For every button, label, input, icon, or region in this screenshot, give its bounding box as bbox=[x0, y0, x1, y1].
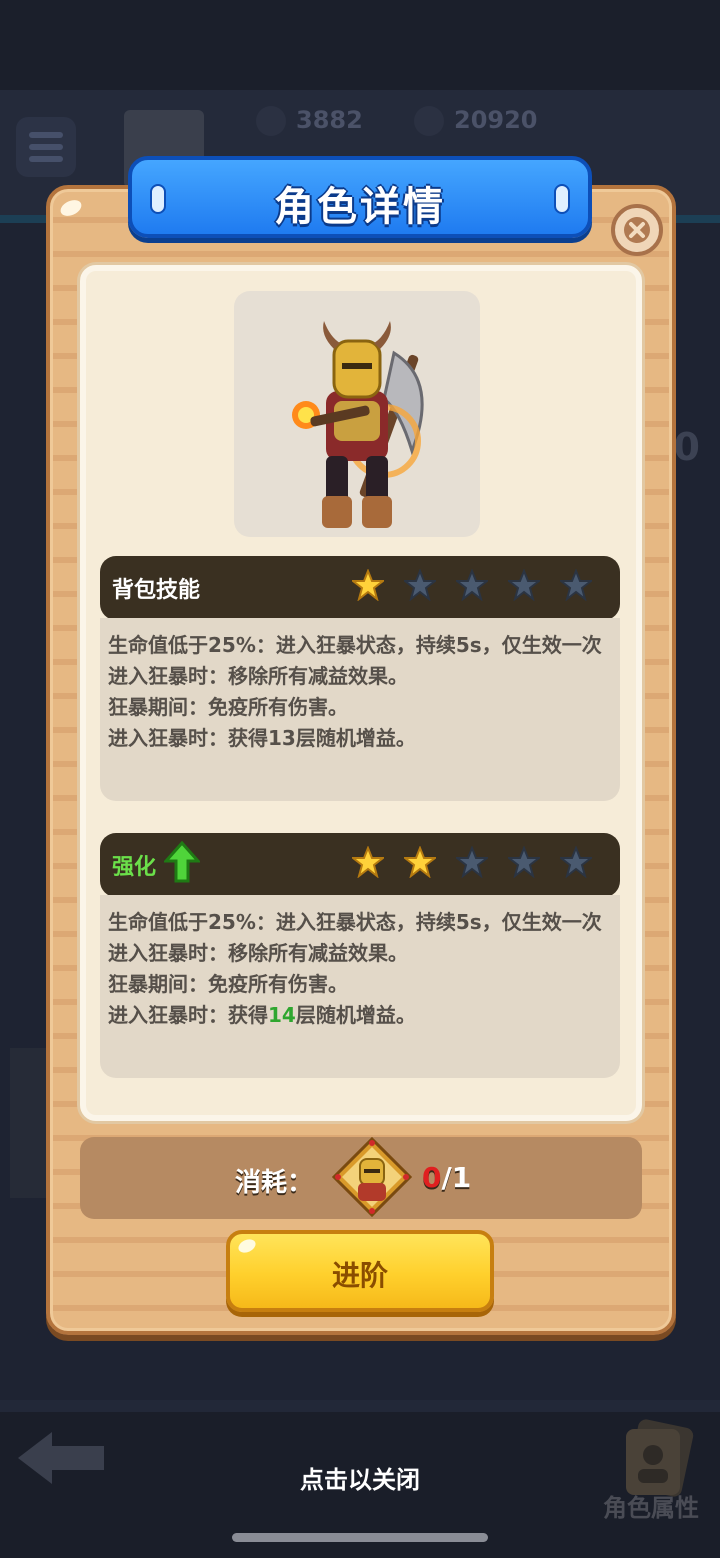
skill-line: 狂暴期间：免疫所有伤害。 bbox=[108, 695, 348, 719]
star-empty-icon bbox=[560, 569, 592, 601]
backpack-skill-stars bbox=[352, 569, 592, 601]
coin-icon bbox=[414, 106, 444, 136]
upgrade-line: 进入狂暴时：移除所有减益效果。 bbox=[108, 941, 408, 965]
skill-line: 进入狂暴时：获得13层随机增益。 bbox=[108, 726, 416, 750]
cost-label: 消耗： bbox=[235, 1168, 314, 1198]
dialog-title-banner: 角色详情 bbox=[128, 156, 592, 238]
skill-line: 进入狂暴时：移除所有减益效果。 bbox=[108, 664, 408, 688]
diamond-icon bbox=[256, 106, 286, 136]
upgrade-line-highlighted: 进入狂暴时：获得14层随机增益。 bbox=[108, 1003, 416, 1027]
upgrade-line: 狂暴期间：免疫所有伤害。 bbox=[108, 972, 348, 996]
close-icon bbox=[624, 217, 650, 243]
background-panel bbox=[10, 1048, 50, 1198]
diamond-counter: 3882 bbox=[256, 104, 363, 136]
bottom-bar-edge bbox=[0, 1400, 720, 1412]
star-empty-icon bbox=[456, 569, 488, 601]
background-number: 0 bbox=[673, 425, 700, 469]
skill-line: 生命值低于25%：进入狂暴状态，持续5s，仅生效一次 bbox=[108, 633, 602, 657]
cost-required: /1 bbox=[441, 1161, 472, 1194]
upgrade-title: 强化 bbox=[112, 855, 157, 880]
upgraded-value: 14 bbox=[268, 1003, 296, 1027]
star-empty-icon bbox=[404, 569, 436, 601]
upgrade-header: 强化 bbox=[100, 833, 620, 897]
character-portrait bbox=[234, 291, 480, 537]
upgrade-line: 生命值低于25%：进入狂暴状态，持续5s，仅生效一次 bbox=[108, 910, 602, 934]
dialog-shine bbox=[58, 197, 84, 219]
advance-button-label: 进阶 bbox=[331, 1259, 388, 1292]
home-indicator[interactable] bbox=[232, 1533, 488, 1542]
star-empty-icon bbox=[508, 846, 540, 878]
upgrade-description: 生命值低于25%：进入狂暴状态，持续5s，仅生效一次 进入狂暴时：移除所有减益效… bbox=[100, 895, 620, 1078]
upgrade-stars bbox=[352, 846, 592, 878]
knight-character-image bbox=[292, 321, 424, 528]
star-filled-icon bbox=[404, 846, 436, 878]
menu-icon[interactable] bbox=[16, 117, 76, 177]
advance-button[interactable]: 进阶 bbox=[226, 1230, 494, 1312]
backpack-skill-description: 生命值低于25%：进入狂暴状态，持续5s，仅生效一次 进入狂暴时：移除所有减益效… bbox=[100, 618, 620, 801]
backpack-skill-header: 背包技能 bbox=[100, 556, 620, 620]
top-status-area bbox=[0, 0, 720, 90]
star-empty-icon bbox=[560, 846, 592, 878]
character-fragment-icon[interactable] bbox=[332, 1137, 412, 1217]
star-empty-icon bbox=[508, 569, 540, 601]
dialog-title: 角色详情 bbox=[274, 184, 446, 230]
star-filled-icon bbox=[352, 846, 384, 878]
tap-to-close-hint[interactable]: 点击以关闭 bbox=[0, 1460, 720, 1495]
star-empty-icon bbox=[456, 846, 488, 878]
coin-counter: 20920 bbox=[414, 104, 538, 136]
backpack-skill-title: 背包技能 bbox=[112, 578, 201, 603]
star-filled-icon bbox=[352, 569, 384, 601]
cost-bar: 消耗： 0/1 bbox=[80, 1137, 642, 1219]
close-button[interactable] bbox=[611, 204, 663, 256]
upgrade-arrow-icon bbox=[164, 841, 200, 883]
button-shine bbox=[236, 1236, 258, 1256]
cost-count: 0/1 bbox=[422, 1161, 471, 1194]
cost-owned: 0 bbox=[422, 1161, 442, 1194]
